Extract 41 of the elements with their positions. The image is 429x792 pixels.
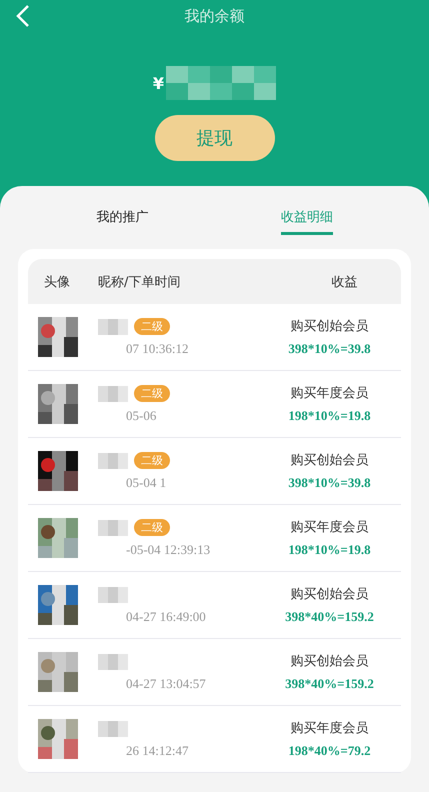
mosaic-drawing xyxy=(98,586,128,602)
purchase-item: 购买年度会员 xyxy=(290,385,368,402)
earning-amount: 398*40%=159.2 xyxy=(285,676,374,692)
earning-amount: 398*10%=39.8 xyxy=(288,341,371,357)
level-badge: 二级 xyxy=(134,318,170,335)
order-time: 26 14:12:47 xyxy=(125,742,190,758)
page-title: 我的余额 xyxy=(184,6,244,26)
level-badge: 二级 xyxy=(134,385,170,402)
purchase-item: 购买创始会员 xyxy=(290,653,368,670)
order-time: 05-04 1 xyxy=(125,474,168,490)
back-icon[interactable] xyxy=(16,4,30,28)
purchase-item: 购买年度会员 xyxy=(290,519,368,536)
mosaic-drawing xyxy=(98,386,128,402)
purchase-item: 购买年度会员 xyxy=(290,720,368,737)
balance-amount: ¥ xyxy=(152,74,164,92)
order-time: 04-27 13:04:57 xyxy=(125,676,207,692)
tab[interactable]: 收益明细 xyxy=(280,202,333,235)
tab[interactable]: 我的推广 xyxy=(96,202,148,235)
earning-amount: 198*10%=19.8 xyxy=(288,542,371,558)
purchase-item: 购买创始会员 xyxy=(290,318,368,335)
mosaic-drawing xyxy=(98,654,128,670)
order-time: 04-27 16:49:00 xyxy=(125,608,207,624)
order-time: -05-04 12:39:13 xyxy=(125,542,212,558)
level-badge: 二级 xyxy=(134,519,170,536)
column-header: 头像 xyxy=(44,274,71,290)
purchase-item: 购买创始会员 xyxy=(290,452,368,469)
order-time: 05-06 xyxy=(125,408,158,424)
level-badge: 二级 xyxy=(134,452,170,469)
earning-amount: 198*40%=79.2 xyxy=(288,743,371,759)
withdraw-button[interactable]: 提现 xyxy=(154,115,274,161)
mosaic-drawing xyxy=(98,318,128,334)
mosaic-drawing xyxy=(98,452,128,468)
column-header: 昵称/下单时间 xyxy=(98,274,182,290)
column-header: 收益 xyxy=(330,274,358,290)
mosaic-drawing xyxy=(98,720,128,736)
earning-amount: 398*10%=39.8 xyxy=(288,475,371,491)
purchase-item: 购买创始会员 xyxy=(290,586,368,603)
order-time: 07 10:36:12 xyxy=(125,340,190,356)
mosaic-drawing xyxy=(98,520,128,536)
earning-amount: 398*40%=159.2 xyxy=(285,609,374,625)
earning-amount: 198*10%=19.8 xyxy=(288,408,371,424)
